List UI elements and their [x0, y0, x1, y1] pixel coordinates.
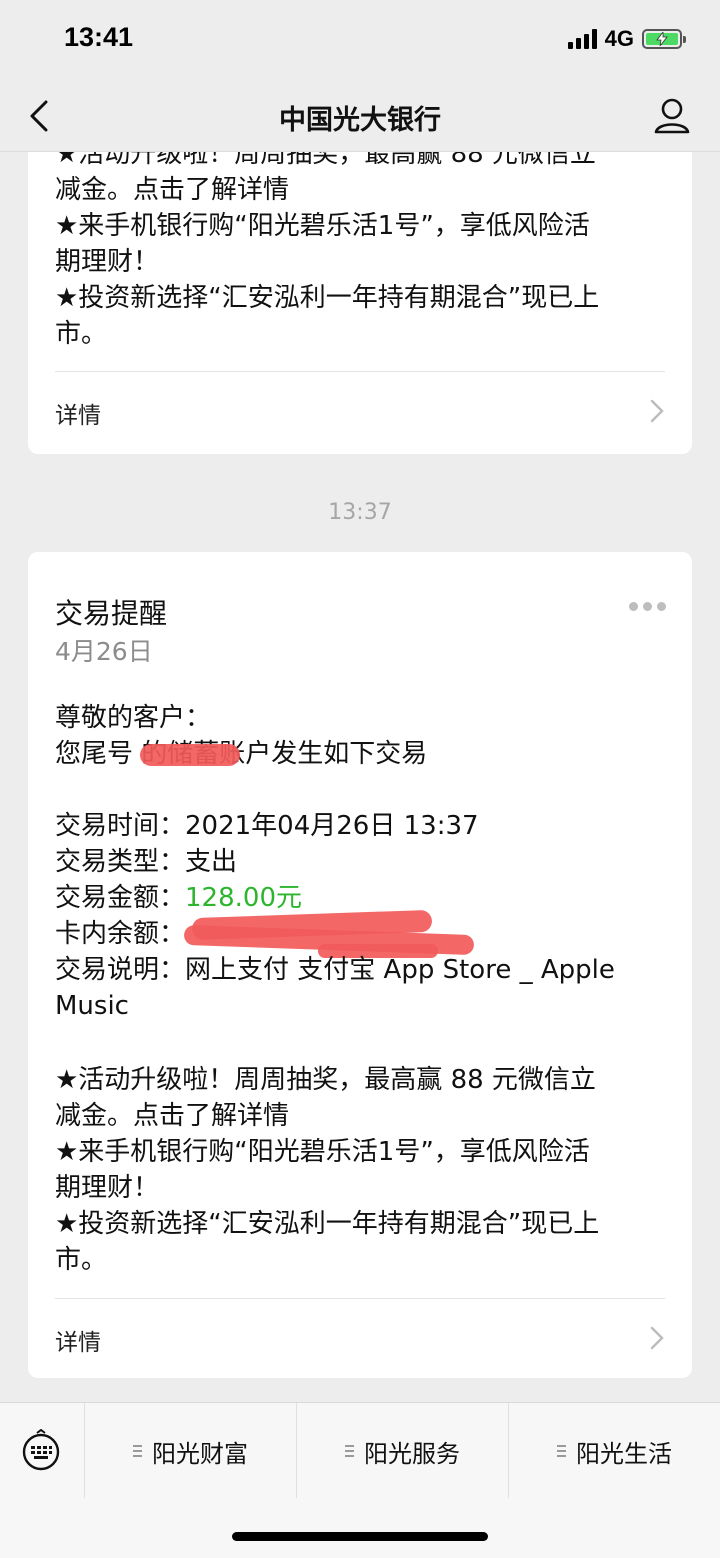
- menu-item-label: 阳光服务: [364, 1439, 460, 1468]
- profile-button[interactable]: [652, 96, 692, 136]
- promo-text[interactable]: ★活动升级啦！周周抽奖，最高赢 88 元微信立 减金。点击了解详情 ★来手机银行…: [28, 1062, 692, 1278]
- promo-line: ★来手机银行购“阳光碧乐活1号”，享低风险活: [55, 1137, 590, 1167]
- description-continued: Music: [55, 991, 129, 1021]
- menu-list-icon: [133, 1445, 142, 1457]
- redaction-mark: [140, 744, 240, 766]
- field-label: 卡内余额：: [55, 919, 186, 949]
- nav-bar: 中国光大银行: [0, 82, 720, 152]
- menu-list-icon: [557, 1445, 566, 1457]
- promo-line: ★投资新选择“汇安泓利一年持有期混合”现已上: [55, 283, 600, 313]
- field-description: 交易说明：网上支付 支付宝 App Store _ Apple: [55, 952, 662, 988]
- field-label: 交易时间：: [55, 811, 186, 841]
- message-list[interactable]: ★活动升级啦！周周抽奖，最高赢 88 元微信立 减金。点击了解详情 ★来手机银行…: [0, 152, 720, 1402]
- field-amount: 交易金额：128.00元: [55, 880, 662, 916]
- promo-line: 减金。点击了解详情: [55, 175, 290, 205]
- detail-label: 详情: [55, 403, 101, 429]
- promo-line: 期理财！: [55, 1173, 160, 1203]
- detail-link[interactable]: 详情: [55, 371, 665, 451]
- greeting: 尊敬的客户：: [55, 703, 212, 733]
- detail-label: 详情: [55, 1330, 101, 1356]
- menu-list-icon: [345, 1445, 354, 1457]
- battery-icon: [642, 29, 686, 49]
- promo-line: ★投资新选择“汇安泓利一年持有期混合”现已上: [55, 1209, 600, 1239]
- menu-item-wealth[interactable]: 阳光财富: [84, 1403, 296, 1499]
- menu-item-label: 阳光生活: [576, 1439, 672, 1468]
- menu-item-service[interactable]: 阳光服务: [296, 1403, 508, 1499]
- status-time: 13:41: [64, 22, 134, 52]
- message-card-previous: ★活动升级啦！周周抽奖，最高赢 88 元微信立 减金。点击了解详情 ★来手机银行…: [28, 152, 692, 454]
- field-label: 交易金额：: [55, 883, 186, 913]
- network-label: 4G: [604, 26, 634, 51]
- card-title: 交易提醒: [55, 597, 168, 630]
- field-label: 交易说明：: [55, 955, 186, 985]
- chevron-right-icon: [650, 399, 664, 423]
- field-label: 交易类型：: [55, 847, 186, 877]
- menu-item-label: 阳光财富: [152, 1439, 248, 1468]
- field-value: 网上支付 支付宝 App Store _ Apple: [185, 955, 615, 985]
- home-indicator[interactable]: [232, 1532, 488, 1541]
- home-area: [0, 1498, 720, 1558]
- page-title: 中国光大银行: [279, 105, 441, 136]
- bottom-menu: 阳光财富 阳光服务 阳光生活: [0, 1402, 720, 1499]
- promo-text: ★活动升级啦！周周抽奖，最高赢 88 元微信立 减金。点击了解详情 ★来手机银行…: [28, 152, 692, 352]
- detail-link[interactable]: 详情: [55, 1298, 665, 1378]
- promo-line: ★来手机银行购“阳光碧乐活1号”，享低风险活: [55, 211, 590, 241]
- promo-line: 减金。点击了解详情: [55, 1101, 290, 1131]
- user-icon: [654, 98, 690, 134]
- keyboard-icon: [22, 1429, 60, 1471]
- signal-icon: [567, 29, 597, 49]
- status-indicators: 4G: [567, 26, 686, 52]
- field-value: 2021年04月26日 13:37: [185, 811, 479, 841]
- promo-line: 市。: [55, 319, 108, 349]
- keyboard-toggle-button[interactable]: [0, 1403, 84, 1499]
- field-type: 交易类型：支出: [55, 844, 662, 880]
- menu-item-life[interactable]: 阳光生活: [508, 1403, 720, 1499]
- promo-line: ★活动升级啦！周周抽奖，最高赢 88 元微信立: [55, 152, 596, 169]
- amount-value: 128.00元: [185, 883, 302, 913]
- message-timestamp: 13:37: [328, 500, 392, 525]
- status-bar: 13:41 4G: [0, 0, 720, 82]
- promo-line: ★活动升级啦！周周抽奖，最高赢 88 元微信立: [55, 1065, 596, 1095]
- promo-line: 市。: [55, 1245, 108, 1275]
- more-icon[interactable]: [629, 602, 666, 611]
- field-time: 交易时间：2021年04月26日 13:37: [55, 808, 662, 844]
- field-value: 支出: [185, 847, 238, 877]
- chevron-right-icon: [650, 1326, 664, 1350]
- card-date: 4月26日: [55, 637, 153, 666]
- promo-line: 期理财！: [55, 247, 160, 277]
- message-card-transaction[interactable]: 交易提醒 4月26日 尊敬的客户： 您尾号 的储蓄账户发生如下交易 交易时间：2…: [28, 552, 692, 1378]
